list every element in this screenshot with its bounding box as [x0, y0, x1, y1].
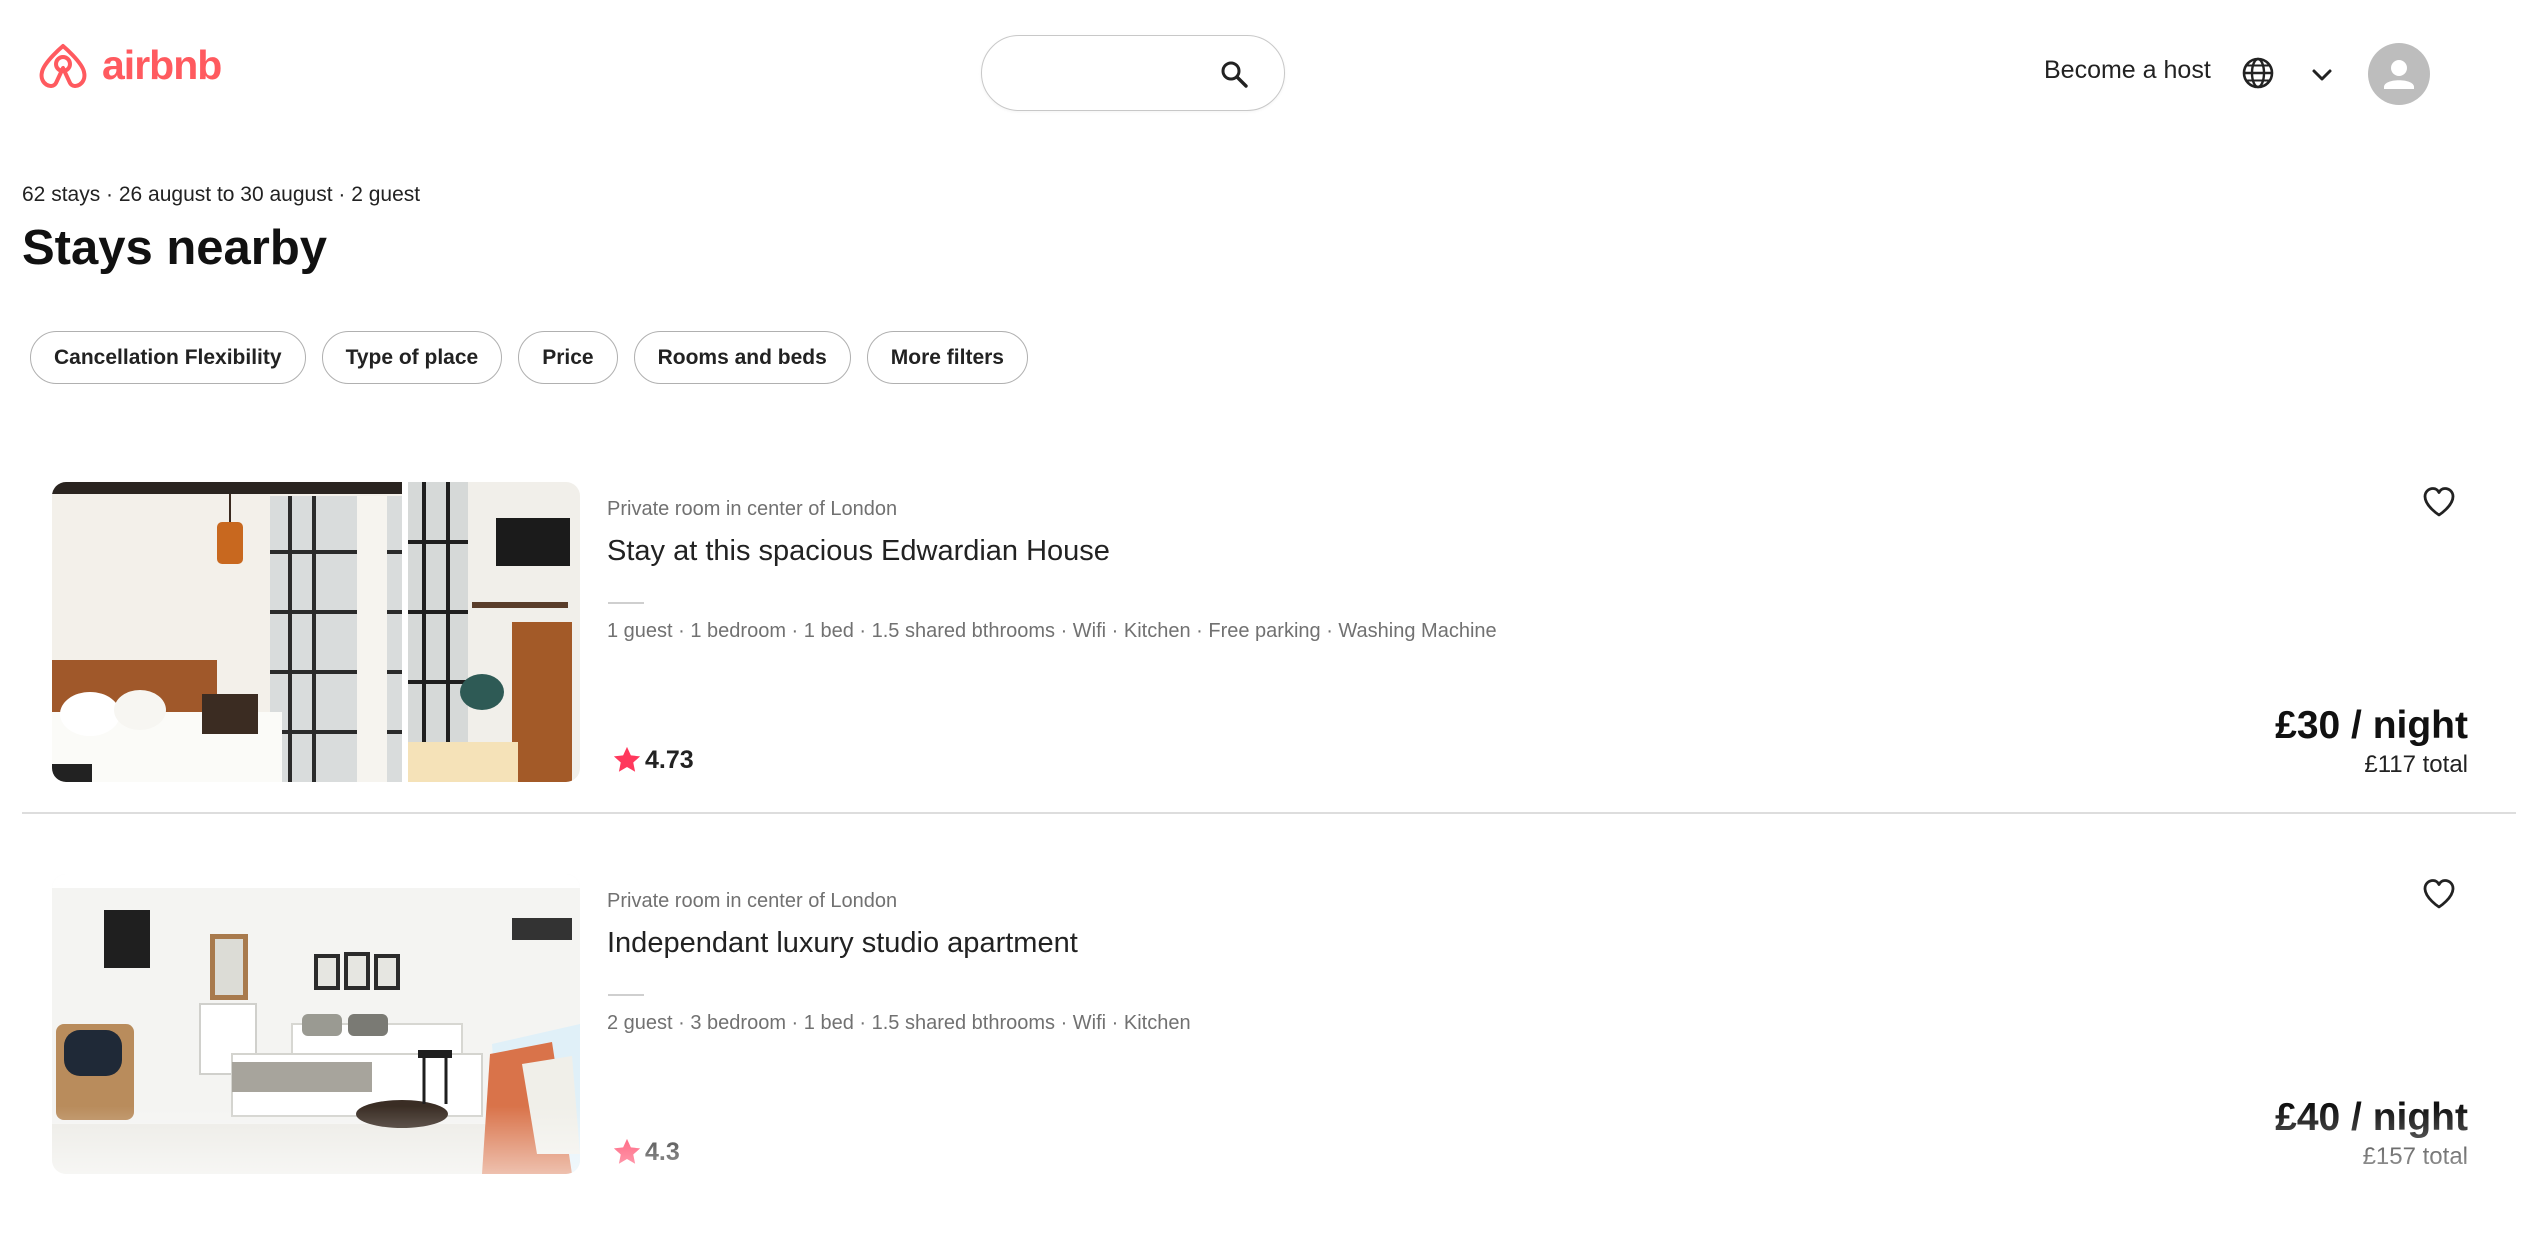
search-bar[interactable]: [981, 35, 1285, 111]
airbnb-belo-icon: [39, 44, 87, 88]
avatar[interactable]: [2368, 43, 2430, 105]
rating-value: 4.73: [645, 745, 694, 774]
become-a-host-link[interactable]: Become a host: [2044, 58, 2211, 83]
language-button[interactable]: [2241, 56, 2275, 90]
save-listing-button[interactable]: [2421, 484, 2457, 520]
chevron-down-icon: [2312, 69, 2332, 81]
filter-bar: Cancellation Flexibility Type of place P…: [30, 331, 1028, 384]
listing-amenities: 2 guest · 3 bedroom · 1 bed · 1.5 shared…: [607, 1012, 1191, 1034]
filter-cancellation-flexibility[interactable]: Cancellation Flexibility: [30, 331, 306, 384]
listing-divider: [22, 812, 2516, 814]
brand-name: airbnb: [102, 41, 222, 88]
results-summary: 62 stays · 26 august to 30 august · 2 gu…: [22, 183, 421, 206]
globe-icon: [2242, 57, 2274, 89]
listing-card[interactable]: Private room in center of London Stay at…: [22, 470, 2516, 862]
studio-photo: [52, 874, 580, 1174]
price-total: £117 total: [2364, 750, 2468, 778]
star-icon: [613, 1138, 641, 1164]
separator: [608, 994, 644, 996]
star-icon: [613, 746, 641, 772]
price-block: £40 / night £157 total: [2275, 1096, 2468, 1171]
user-icon: [2384, 60, 2414, 89]
listing-title[interactable]: Stay at this spacious Edwardian House: [607, 535, 1110, 568]
search-icon: [1221, 61, 1248, 88]
airbnb-logo[interactable]: airbnb: [36, 36, 222, 94]
filter-more-filters[interactable]: More filters: [866, 331, 1028, 384]
separator: [608, 602, 644, 604]
search-input[interactable]: [1008, 52, 1192, 96]
heart-icon: [2423, 487, 2455, 517]
filter-type-of-place[interactable]: Type of place: [321, 331, 503, 384]
price-total: £157 total: [2362, 1142, 2468, 1170]
listing-amenities: 1 guest · 1 bedroom · 1 bed · 1.5 shared…: [607, 620, 1497, 642]
bedroom-photo: [52, 482, 580, 782]
rating-value: 4.3: [645, 1137, 680, 1166]
listing-title[interactable]: Independant luxury studio apartment: [607, 927, 1078, 960]
listing-type: Private room in center of London: [607, 498, 898, 520]
listing-rating: 4.73: [612, 745, 694, 775]
user-menu-toggle[interactable]: [2309, 62, 2335, 88]
price-per-night: £30 / night: [2275, 704, 2468, 747]
listing-photo[interactable]: [52, 482, 580, 782]
listing-type: Private room in center of London: [607, 890, 898, 912]
listing-photo[interactable]: [52, 874, 580, 1174]
price-per-night: £40 / night: [2275, 1096, 2468, 1139]
save-listing-button[interactable]: [2421, 876, 2457, 912]
listing-card[interactable]: Private room in center of London Indepen…: [22, 862, 2516, 1254]
price-block: £30 / night £117 total: [2275, 704, 2468, 779]
search-button[interactable]: [1218, 58, 1250, 90]
listing-rating: 4.3: [612, 1137, 680, 1167]
page-title: Stays nearby: [22, 221, 328, 275]
filter-price[interactable]: Price: [518, 331, 618, 384]
heart-icon: [2423, 879, 2455, 909]
filter-rooms-and-beds[interactable]: Rooms and beds: [633, 331, 851, 384]
